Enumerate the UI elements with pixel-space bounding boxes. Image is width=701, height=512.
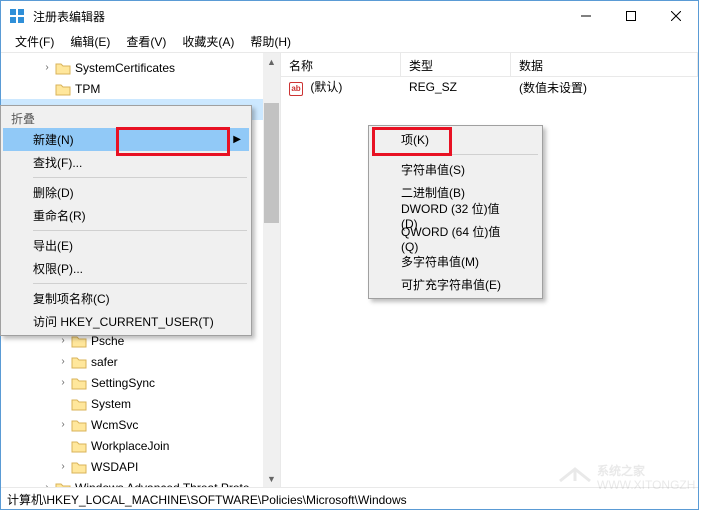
tree-item-label: WorkplaceJoin bbox=[91, 439, 169, 453]
menu-favorites[interactable]: 收藏夹(A) bbox=[174, 31, 242, 52]
titlebar[interactable]: 注册表编辑器 bbox=[1, 1, 698, 31]
menu-item[interactable]: 删除(D) bbox=[3, 181, 249, 204]
menu-item[interactable]: QWORD (64 位)值(Q) bbox=[371, 227, 540, 250]
chevron-right-icon[interactable]: › bbox=[57, 461, 69, 472]
submenu-arrow-icon: ▶ bbox=[233, 134, 241, 145]
maximize-button[interactable] bbox=[608, 2, 653, 30]
menu-item-label: 项(K) bbox=[401, 131, 429, 148]
tree-item[interactable]: TPM bbox=[1, 78, 280, 99]
menu-help[interactable]: 帮助(H) bbox=[242, 31, 299, 52]
menu-item-label: 导出(E) bbox=[33, 237, 73, 254]
scroll-up-icon[interactable]: ▲ bbox=[263, 53, 280, 70]
status-path: 计算机\HKEY_LOCAL_MACHINE\SOFTWARE\Policies… bbox=[7, 493, 407, 507]
chevron-right-icon[interactable]: › bbox=[57, 335, 69, 346]
chevron-right-icon[interactable]: › bbox=[41, 482, 53, 487]
tree-item-label: WSDAPI bbox=[91, 460, 138, 474]
value-name: (默认) bbox=[310, 80, 342, 94]
tree-item[interactable]: System bbox=[1, 393, 280, 414]
folder-icon bbox=[71, 418, 87, 432]
menu-edit[interactable]: 编辑(E) bbox=[62, 31, 118, 52]
menu-item-label: 二进制值(B) bbox=[401, 184, 465, 201]
tree-item-label: WcmSvc bbox=[91, 418, 138, 432]
folder-icon bbox=[71, 376, 87, 390]
menu-item[interactable]: 访问 HKEY_CURRENT_USER(T) bbox=[3, 310, 249, 333]
menu-file[interactable]: 文件(F) bbox=[7, 31, 62, 52]
context-submenu-new: 项(K)字符串值(S)二进制值(B)DWORD (32 位)值(D)QWORD … bbox=[368, 125, 543, 299]
menu-item-label: 查找(F)... bbox=[33, 154, 82, 171]
chevron-right-icon[interactable]: › bbox=[41, 62, 53, 73]
menu-item[interactable]: 新建(N) ▶ bbox=[3, 128, 249, 151]
menu-separator bbox=[33, 230, 247, 231]
value-type: REG_SZ bbox=[401, 80, 511, 94]
statusbar: 计算机\HKEY_LOCAL_MACHINE\SOFTWARE\Policies… bbox=[1, 487, 698, 509]
menu-separator bbox=[33, 283, 247, 284]
menu-view[interactable]: 查看(V) bbox=[118, 31, 174, 52]
tree-item[interactable]: WorkplaceJoin bbox=[1, 435, 280, 456]
value-data: (数值未设置) bbox=[511, 79, 698, 96]
menu-item-label: 新建(N) bbox=[33, 131, 74, 148]
folder-icon bbox=[55, 481, 71, 488]
menu-item[interactable]: 重命名(R) bbox=[3, 204, 249, 227]
chevron-right-icon[interactable]: › bbox=[57, 419, 69, 430]
menu-item-label: 复制项名称(C) bbox=[33, 290, 110, 307]
close-button[interactable] bbox=[653, 2, 698, 30]
menu-item-label: 可扩充字符串值(E) bbox=[401, 276, 501, 293]
col-name[interactable]: 名称 bbox=[281, 53, 401, 76]
tree-item-label: Windows Advanced Threat Prote bbox=[75, 481, 250, 488]
menu-item[interactable]: 字符串值(S) bbox=[371, 158, 540, 181]
tree-item[interactable]: › safer bbox=[1, 351, 280, 372]
context-menu-title: 折叠 bbox=[3, 108, 249, 128]
window-title: 注册表编辑器 bbox=[33, 8, 563, 25]
tree-item-label: safer bbox=[91, 355, 118, 369]
string-value-icon: ab bbox=[289, 82, 303, 96]
menu-item-label: 权限(P)... bbox=[33, 260, 83, 277]
app-icon bbox=[9, 8, 25, 24]
menu-item-label: 重命名(R) bbox=[33, 207, 86, 224]
folder-icon bbox=[71, 460, 87, 474]
list-item[interactable]: ab (默认) REG_SZ (数值未设置) bbox=[281, 77, 698, 97]
tree-item-label: SystemCertificates bbox=[75, 61, 175, 75]
col-type[interactable]: 类型 bbox=[401, 53, 511, 76]
scroll-thumb[interactable] bbox=[264, 103, 279, 223]
tree-item-label: System bbox=[91, 397, 131, 411]
chevron-right-icon[interactable]: › bbox=[57, 377, 69, 388]
folder-icon bbox=[71, 439, 87, 453]
menu-item-label: 访问 HKEY_CURRENT_USER(T) bbox=[33, 313, 214, 330]
tree-item-label: SettingSync bbox=[91, 376, 155, 390]
menu-item[interactable]: 权限(P)... bbox=[3, 257, 249, 280]
menu-item-label: 删除(D) bbox=[33, 184, 74, 201]
list-header: 名称 类型 数据 bbox=[281, 53, 698, 77]
menu-item[interactable]: 查找(F)... bbox=[3, 151, 249, 174]
menu-item[interactable]: 复制项名称(C) bbox=[3, 287, 249, 310]
folder-icon bbox=[71, 397, 87, 411]
menu-separator bbox=[33, 177, 247, 178]
minimize-button[interactable] bbox=[563, 2, 608, 30]
tree-item[interactable]: › SettingSync bbox=[1, 372, 280, 393]
menubar: 文件(F) 编辑(E) 查看(V) 收藏夹(A) 帮助(H) bbox=[1, 31, 698, 53]
tree-item[interactable]: › Windows Advanced Threat Prote bbox=[1, 477, 280, 487]
menu-item[interactable]: 导出(E) bbox=[3, 234, 249, 257]
chevron-right-icon[interactable]: › bbox=[57, 356, 69, 367]
menu-item[interactable]: 多字符串值(M) bbox=[371, 250, 540, 273]
folder-icon bbox=[55, 82, 71, 96]
tree-item-label: TPM bbox=[75, 82, 100, 96]
menu-item-label: 多字符串值(M) bbox=[401, 253, 479, 270]
tree-item[interactable]: › SystemCertificates bbox=[1, 57, 280, 78]
context-menu-tree: 折叠 新建(N) ▶ 查找(F)... 删除(D) 重命名(R) 导出(E) 权限(P)..… bbox=[0, 105, 252, 336]
folder-icon bbox=[55, 61, 71, 75]
menu-item[interactable]: 可扩充字符串值(E) bbox=[371, 273, 540, 296]
menu-item[interactable]: 项(K) bbox=[371, 128, 540, 151]
tree-item[interactable]: › WcmSvc bbox=[1, 414, 280, 435]
tree-scrollbar[interactable]: ▲ ▼ bbox=[263, 53, 280, 487]
folder-icon bbox=[71, 355, 87, 369]
tree-item[interactable]: › WSDAPI bbox=[1, 456, 280, 477]
menu-separator bbox=[401, 154, 538, 155]
menu-item-label: 字符串值(S) bbox=[401, 161, 465, 178]
col-data[interactable]: 数据 bbox=[511, 53, 698, 76]
scroll-down-icon[interactable]: ▼ bbox=[263, 470, 280, 487]
